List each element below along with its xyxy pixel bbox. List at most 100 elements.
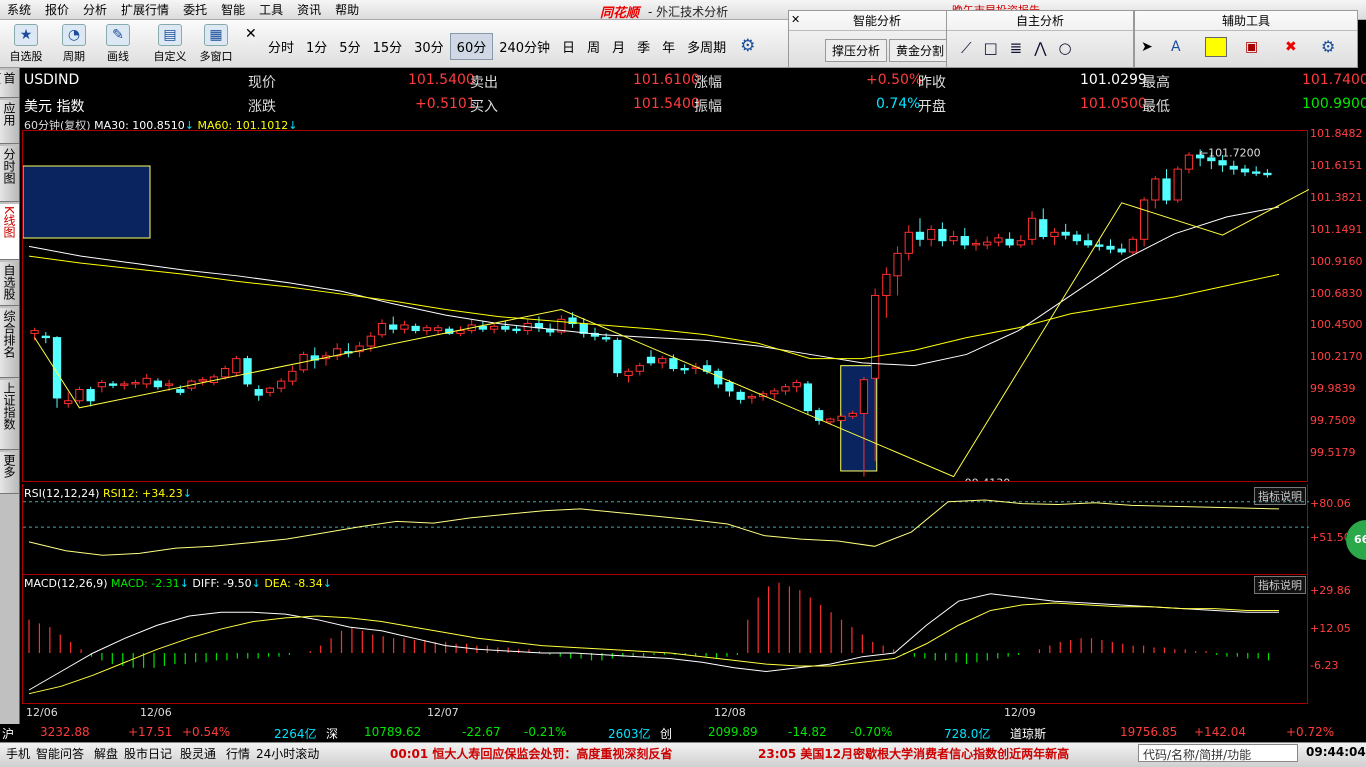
footer-item[interactable]: 手机 [2, 745, 34, 762]
period-tab[interactable]: 分时 [262, 34, 300, 59]
menu-item[interactable]: 报价 [38, 1, 76, 18]
menu-item[interactable]: 工具 [252, 1, 290, 18]
support-resistance-button[interactable]: 撑压分析 [825, 39, 888, 62]
menu-item[interactable]: 智能 [214, 1, 252, 18]
macd-pane[interactable] [22, 574, 1308, 704]
nav-tab[interactable]: 首页 [0, 70, 19, 98]
golden-section-button[interactable]: 黄金分割 [889, 39, 952, 62]
gear-icon[interactable]: ⚙ [732, 36, 763, 56]
footer-item[interactable]: 24小时滚动 [252, 745, 323, 762]
nav-tab[interactable]: 应用 [0, 100, 19, 144]
candle [882, 267, 891, 318]
footer-item[interactable]: 智能问答 [32, 745, 88, 762]
nav-tab[interactable]: K线图 [0, 204, 19, 260]
candle [153, 378, 163, 390]
value-bid: 101.5400 [633, 96, 700, 112]
drawline-button[interactable]: ✎ 画线 [98, 22, 138, 66]
label-amplitude: 振幅 [694, 99, 722, 115]
period-tab[interactable]: 月 [606, 34, 631, 59]
period-tab[interactable]: 日 [556, 34, 581, 59]
delete-icon[interactable]: ✖ [1285, 39, 1297, 55]
close-icon[interactable]: ✕ [245, 26, 257, 42]
sz-value: 10789.62 [364, 725, 422, 739]
candle [534, 316, 544, 332]
news-ticker-2[interactable]: 23:05 美国12月密歇根大学消费者信心指数创近两年新高 [758, 745, 1069, 762]
label-low: 最低 [1142, 99, 1170, 115]
candle [41, 331, 50, 344]
period-tab[interactable]: 5分 [333, 34, 366, 59]
custom-button[interactable]: ▤ 自定义 [150, 22, 190, 66]
candle [994, 233, 1003, 247]
candle [310, 347, 319, 369]
rsi-chart [23, 499, 1309, 556]
menu-item[interactable]: 扩展行情 [114, 1, 176, 18]
x-label: 12/06 [140, 706, 172, 719]
draw-tools[interactable]: ⟋□≣⋀○ [961, 39, 1084, 57]
candle [893, 246, 902, 296]
price-axis-label: 100.9160 [1310, 254, 1363, 268]
candle [198, 376, 207, 386]
candle [344, 343, 353, 358]
value-open: 101.0500 [1080, 96, 1147, 112]
text-icon[interactable]: A [1171, 39, 1181, 55]
panel-title: 自主分析 [947, 11, 1133, 31]
label-prev-close: 昨收 [918, 75, 946, 91]
x-label: 12/06 [26, 706, 58, 719]
period-tab[interactable]: 1分 [300, 34, 333, 59]
pen-icon: ✎ [106, 24, 130, 46]
candle [1106, 239, 1115, 254]
candle [131, 379, 140, 389]
candle [1240, 164, 1250, 177]
smart-analysis-panel: 智能分析 ✕ 撑压分析 黄金分割 [788, 10, 966, 68]
kline-pane[interactable]: ←101.7200 ←99.4130 [22, 130, 1366, 490]
macd-axis-top: +29.86 [1310, 584, 1351, 597]
candle [635, 362, 644, 376]
color-swatch[interactable] [1205, 37, 1227, 57]
panel-title: 智能分析 [789, 11, 965, 31]
menu-item[interactable]: 分析 [76, 1, 114, 18]
nav-tab[interactable]: 自选股 [0, 262, 19, 306]
clock: 09:44:04 [1306, 745, 1366, 759]
menu-item[interactable]: 委托 [176, 1, 214, 18]
nav-tab[interactable]: 分时图 [0, 146, 19, 202]
period-tab[interactable]: 年 [656, 34, 681, 59]
period-tab[interactable]: 多周期 [681, 34, 732, 59]
gear-icon[interactable]: ⚙ [1321, 37, 1335, 56]
save-icon[interactable]: ▣ [1245, 39, 1258, 55]
news-ticker-1[interactable]: 00:01 恒大人寿回应保监会处罚：高度重视深刻反省 [390, 745, 672, 762]
candle [277, 378, 286, 393]
nav-tab[interactable]: 综合排名 [0, 308, 19, 378]
period-tab[interactable]: 季 [631, 34, 656, 59]
ma60-line [28, 255, 1280, 360]
period-tab[interactable]: 15分 [367, 34, 409, 59]
period-tab[interactable]: 240分钟 [493, 34, 556, 59]
high-marker: ←101.7200 [1199, 146, 1261, 159]
candle [232, 355, 241, 377]
value-high: 101.7400 [1302, 72, 1366, 88]
nav-tab[interactable]: 更多 [0, 452, 19, 494]
multiwindow-button[interactable]: ▦ 多窗口 [196, 22, 236, 66]
period-tab[interactable]: 30分 [408, 34, 450, 59]
footer-item[interactable]: 股灵通 [176, 745, 220, 762]
nav-tab[interactable]: 上证指数 [0, 380, 19, 450]
menu-item[interactable]: 系统 [0, 1, 38, 18]
price-axis-label: 99.7509 [1310, 414, 1356, 428]
candle [389, 316, 398, 334]
menu-item[interactable]: 帮助 [328, 1, 366, 18]
cursor-icon[interactable]: ➤ [1141, 39, 1153, 55]
search-input[interactable]: 代码/名称/简拼/功能 [1138, 744, 1298, 762]
period-tab[interactable]: 周 [581, 34, 606, 59]
close-icon[interactable]: ✕ [791, 13, 800, 26]
period-button[interactable]: ◔ 周期 [54, 22, 94, 66]
watchlist-button[interactable]: ★ 自选股 [6, 22, 46, 66]
period-tab[interactable]: 60分 [449, 32, 494, 60]
menu-item[interactable]: 资讯 [290, 1, 328, 18]
score-badge[interactable]: 66 [1346, 520, 1366, 560]
footer-item[interactable]: 行情 [222, 745, 254, 762]
footer-item[interactable]: 解盘 [90, 745, 122, 762]
rsi-pane[interactable] [22, 484, 1309, 575]
kline-chart[interactable]: ←101.7200 ←99.4130 [22, 131, 1366, 490]
macd-axis-low: -6.23 [1310, 659, 1339, 672]
candle [456, 326, 465, 337]
footer-item[interactable]: 股市日记 [120, 745, 176, 762]
